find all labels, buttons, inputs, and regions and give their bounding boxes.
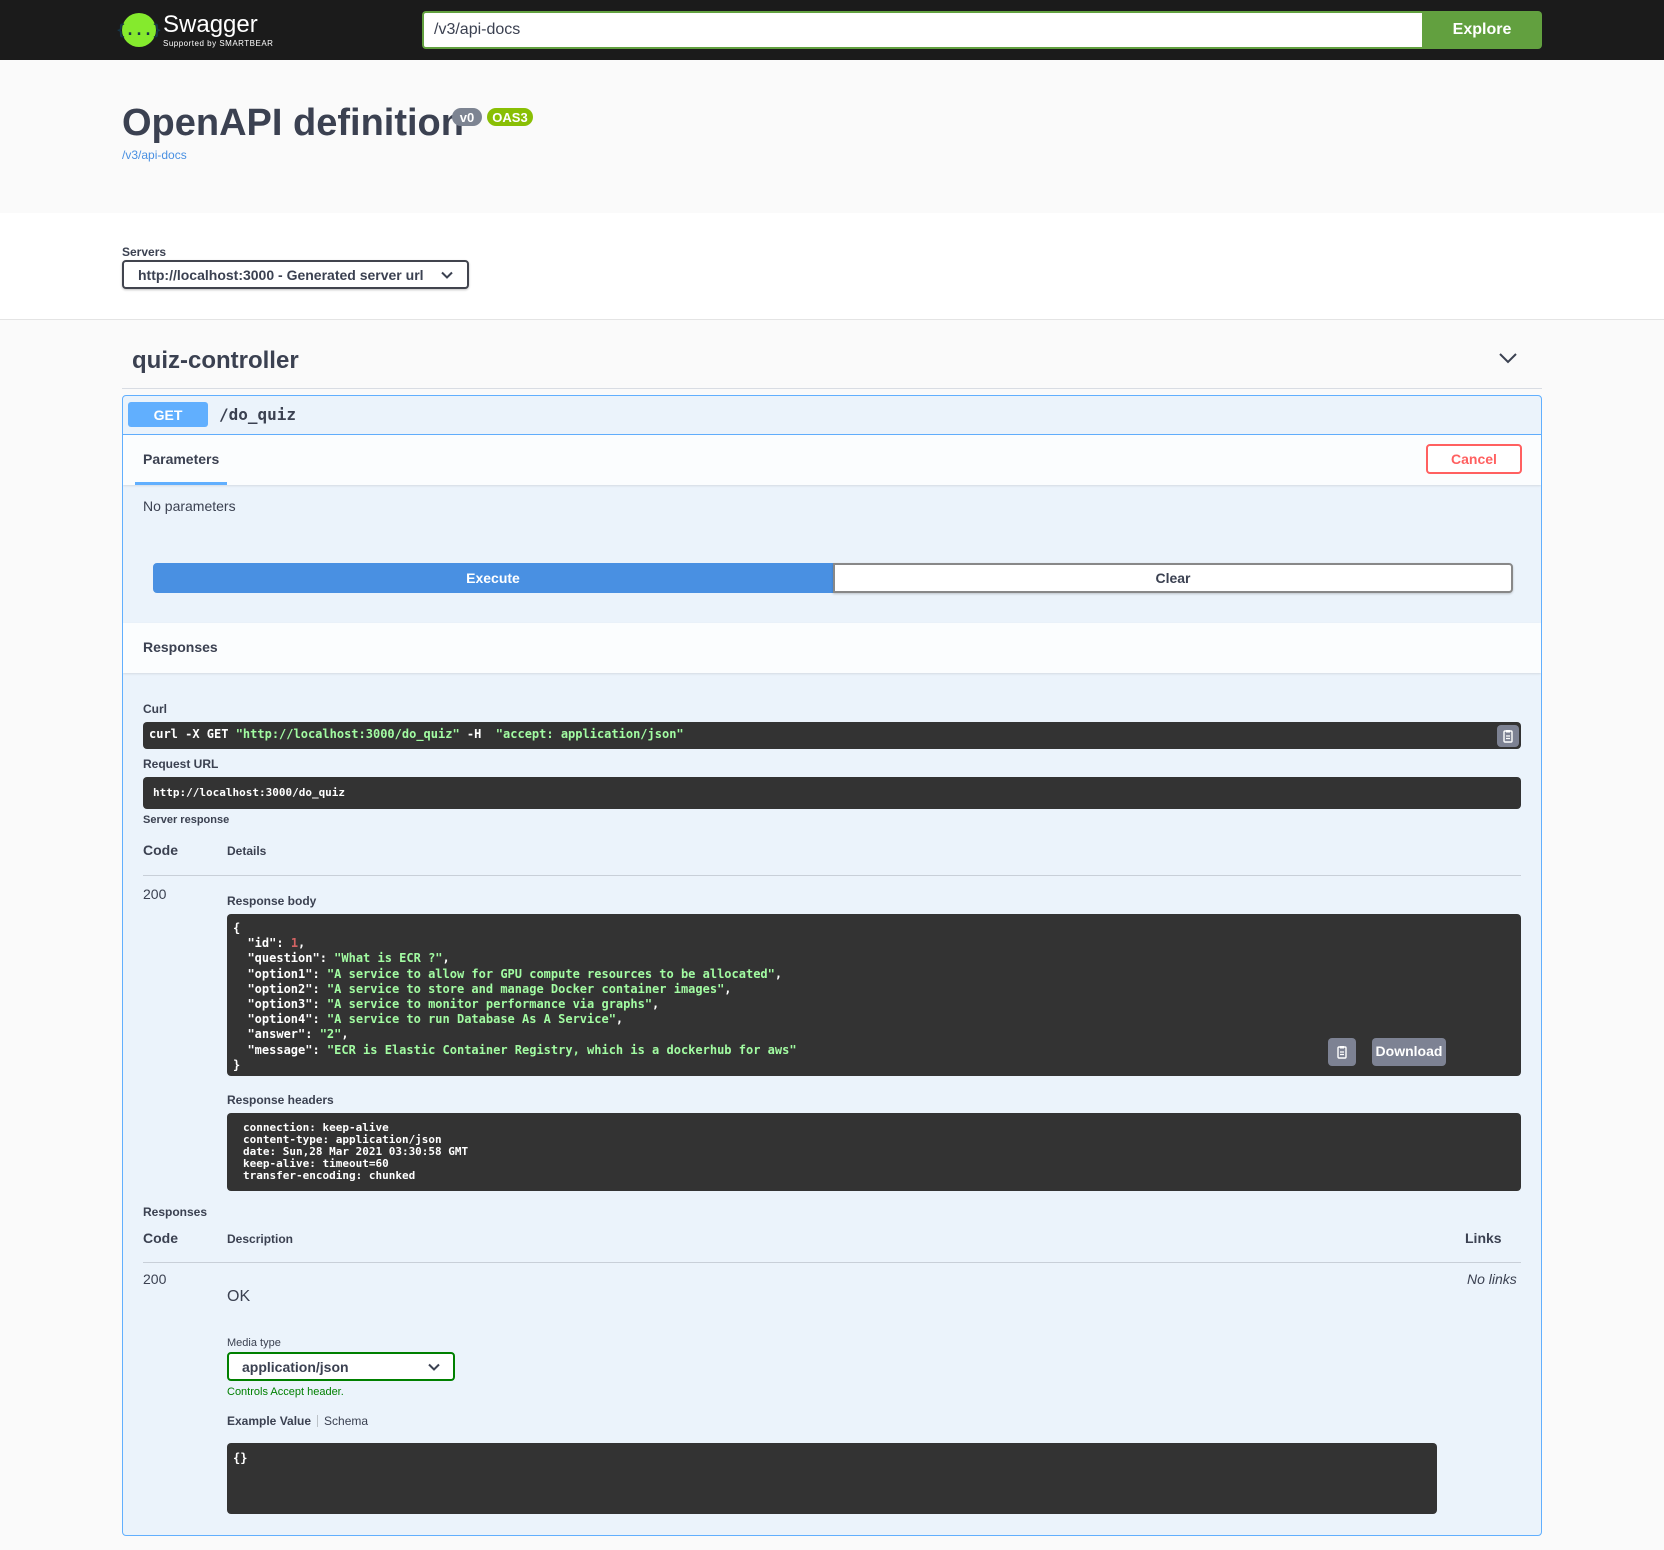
tab-parameters[interactable]: Parameters bbox=[143, 451, 219, 467]
json-close: } bbox=[233, 1057, 241, 1072]
json-key: "message" bbox=[247, 1042, 313, 1057]
code-column-header: Code bbox=[143, 842, 178, 858]
json-key: "id" bbox=[247, 936, 277, 951]
controls-accept-text: Controls Accept header. bbox=[227, 1386, 344, 1398]
json-value: "A service to run Database As A Service" bbox=[326, 1012, 616, 1027]
tag-name: quiz-controller bbox=[132, 347, 299, 374]
operation-summary[interactable]: GET /do_quiz bbox=[123, 396, 1541, 435]
tab-schema[interactable]: Schema bbox=[324, 1414, 368, 1428]
responses-doc-label: Responses bbox=[143, 1205, 208, 1219]
json-value: "A service to allow for GPU compute reso… bbox=[326, 966, 775, 981]
json-key: "option2" bbox=[247, 981, 313, 996]
no-links-text: No links bbox=[1467, 1271, 1517, 1287]
curl-label: Curl bbox=[143, 702, 167, 716]
media-type-select[interactable]: application/json bbox=[227, 1352, 455, 1381]
chevron-down-icon bbox=[441, 271, 453, 279]
copy-icon[interactable] bbox=[1497, 725, 1519, 747]
download-button[interactable]: Download bbox=[1372, 1038, 1446, 1066]
servers-label: Servers bbox=[122, 245, 167, 259]
json-key: "option4" bbox=[247, 1012, 313, 1027]
spec-url-input[interactable] bbox=[422, 11, 1422, 49]
curl-command: curl -X GET "http://localhost:3000/do_qu… bbox=[143, 722, 1521, 749]
json-value: "ECR is Elastic Container Registry, whic… bbox=[326, 1042, 797, 1057]
example-value-box: {} bbox=[227, 1443, 1437, 1514]
page-title: OpenAPI definition bbox=[122, 102, 464, 144]
media-type-label: Media type bbox=[227, 1337, 281, 1349]
tab-separator bbox=[317, 1415, 319, 1427]
request-url: http://localhost:3000/do_quiz bbox=[143, 777, 1521, 809]
explore-button[interactable]: Explore bbox=[1422, 11, 1542, 49]
divider bbox=[143, 1262, 1521, 1263]
tag-header[interactable]: quiz-controller bbox=[122, 343, 1542, 389]
curl-prefix: curl -X GET bbox=[149, 727, 236, 741]
json-value: 1 bbox=[290, 936, 299, 951]
topbar: {...} Swagger Supported by SMARTBEAR Exp… bbox=[0, 0, 1664, 60]
header-line: transfer-encoding: chunked bbox=[243, 1169, 416, 1182]
json-value: "2" bbox=[319, 1027, 342, 1042]
curl-header: "accept: application/json" bbox=[495, 727, 684, 741]
json-value: "A service to store and manage Docker co… bbox=[326, 981, 725, 996]
operation-path: /do_quiz bbox=[219, 405, 297, 424]
response-headers-label: Response headers bbox=[227, 1093, 334, 1107]
request-url-label: Request URL bbox=[143, 757, 219, 771]
operation-block: GET /do_quiz Parameters Cancel No parame… bbox=[122, 395, 1542, 1536]
json-value: "A service to monitor performance via gr… bbox=[326, 997, 653, 1012]
parameters-header: Parameters Cancel bbox=[123, 435, 1541, 485]
servers-select[interactable]: http://localhost:3000 - Generated server… bbox=[122, 260, 469, 289]
version-badge: v0 bbox=[452, 108, 482, 126]
chevron-down-icon[interactable] bbox=[1498, 351, 1518, 365]
tab-example-value[interactable]: Example Value bbox=[227, 1414, 311, 1428]
chevron-down-icon bbox=[428, 1363, 440, 1371]
example-tabs: Example Value Schema bbox=[227, 1414, 368, 1428]
json-key: "option3" bbox=[247, 997, 313, 1012]
response-body-label: Response body bbox=[227, 894, 317, 908]
json-open: { bbox=[233, 921, 241, 935]
clear-button[interactable]: Clear bbox=[833, 563, 1513, 593]
description-column-header: Description bbox=[227, 1232, 294, 1246]
no-parameters-text: No parameters bbox=[143, 498, 236, 514]
oas-badge: OAS3 bbox=[487, 108, 533, 126]
servers-selected-value: http://localhost:3000 - Generated server… bbox=[138, 266, 424, 283]
cancel-button[interactable]: Cancel bbox=[1426, 444, 1522, 474]
links-column-header: Links bbox=[1465, 1230, 1502, 1246]
doc-response-code: 200 bbox=[143, 1271, 167, 1287]
servers-section: Servers http://localhost:3000 - Generate… bbox=[0, 213, 1664, 320]
code-column-header: Code bbox=[143, 1230, 178, 1246]
response-code: 200 bbox=[143, 886, 167, 902]
response-body: { "id": 1, "question": "What is ECR ?", … bbox=[227, 914, 1521, 1076]
curl-mid: -H bbox=[459, 727, 496, 741]
tab-underline bbox=[135, 482, 227, 485]
brand-name: Swagger bbox=[163, 10, 258, 38]
execute-button[interactable]: Execute bbox=[153, 563, 833, 593]
doc-response-description: OK bbox=[227, 1288, 251, 1305]
swagger-logo-icon: {...} bbox=[116, 13, 162, 47]
server-response-label: Server response bbox=[143, 814, 230, 826]
responses-title: Responses bbox=[143, 639, 218, 655]
curl-url: "http://localhost:3000/do_quiz" bbox=[235, 727, 460, 741]
response-headers: connection: keep-alive content-type: app… bbox=[227, 1113, 1521, 1191]
method-badge: GET bbox=[128, 402, 208, 427]
json-key: "answer" bbox=[247, 1027, 306, 1042]
brand-subtitle: Supported by SMARTBEAR bbox=[163, 38, 274, 48]
spec-link[interactable]: /v3/api-docs bbox=[122, 148, 187, 162]
json-key: "question" bbox=[247, 951, 320, 966]
copy-icon[interactable] bbox=[1328, 1038, 1356, 1066]
swagger-logo[interactable]: {...} Swagger Supported by SMARTBEAR bbox=[116, 10, 274, 50]
responses-header: Responses bbox=[123, 623, 1541, 673]
json-value: "What is ECR ?" bbox=[334, 951, 443, 966]
details-column-header: Details bbox=[227, 844, 267, 858]
json-key: "option1" bbox=[247, 966, 313, 981]
media-type-value: application/json bbox=[242, 1358, 349, 1375]
divider bbox=[143, 875, 1521, 876]
